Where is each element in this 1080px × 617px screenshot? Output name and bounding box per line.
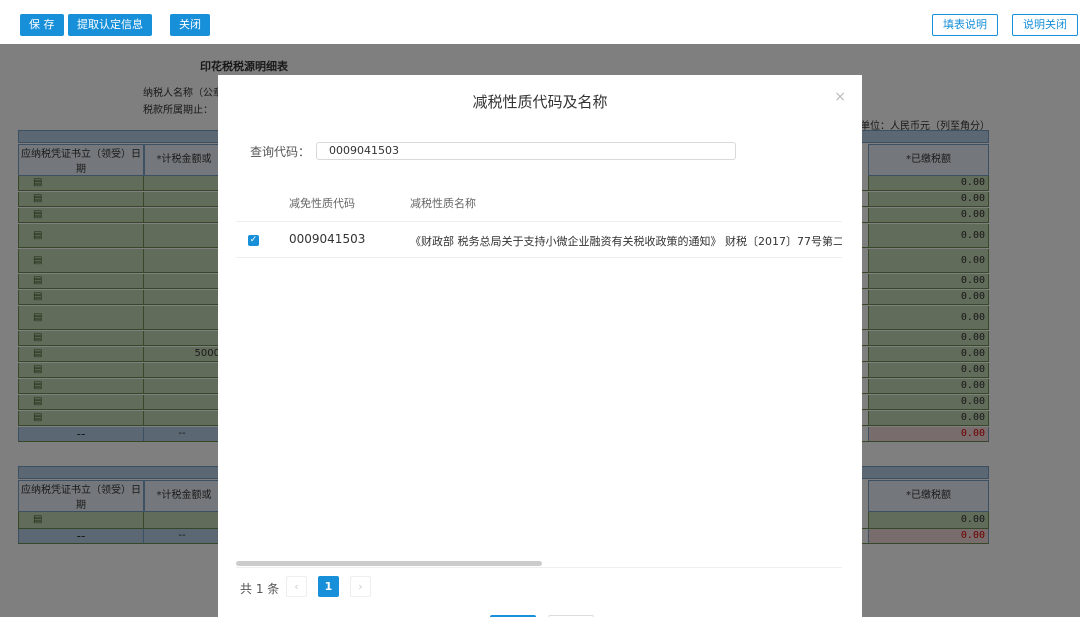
close-icon[interactable]: ×	[834, 89, 846, 105]
reduction-code-cell: 0009041503	[289, 232, 366, 246]
next-page-button[interactable]: ›	[350, 576, 371, 597]
table-row[interactable]: ✓ 0009041503 《财政部 税务总局关于支持小微企业融资有关税收政策的通…	[236, 221, 842, 258]
prev-page-button[interactable]: ‹	[286, 576, 307, 597]
help-close-button[interactable]: 说明关闭	[1012, 14, 1078, 36]
total-count: 共 1 条	[240, 582, 280, 596]
close-button[interactable]: 关闭	[170, 14, 210, 36]
fill-help-button[interactable]: 填表说明	[932, 14, 998, 36]
extract-info-button[interactable]: 提取认定信息	[68, 14, 152, 36]
page-1-button[interactable]: 1	[318, 576, 339, 597]
query-label: 查询代码：	[250, 145, 311, 159]
toolbar: 保 存 提取认定信息 关闭 填表说明 说明关闭	[0, 0, 1080, 44]
query-code-input[interactable]: 0009041503	[316, 142, 736, 160]
reduction-code-dialog: 减税性质代码及名称 × 查询代码： 0009041503 减免性质代码 减税性质…	[218, 75, 862, 617]
check-icon[interactable]: ✓	[248, 235, 259, 246]
col-code-header: 减免性质代码	[289, 197, 355, 210]
horizontal-scrollbar[interactable]	[236, 561, 542, 566]
dialog-title: 减税性质代码及名称	[472, 93, 608, 111]
pager-divider	[236, 567, 842, 568]
save-button[interactable]: 保 存	[20, 14, 64, 36]
col-name-header: 减税性质名称	[410, 197, 476, 210]
reduction-name-cell: 《财政部 税务总局关于支持小微企业融资有关税收政策的通知》 财税〔2017〕77…	[410, 235, 842, 248]
